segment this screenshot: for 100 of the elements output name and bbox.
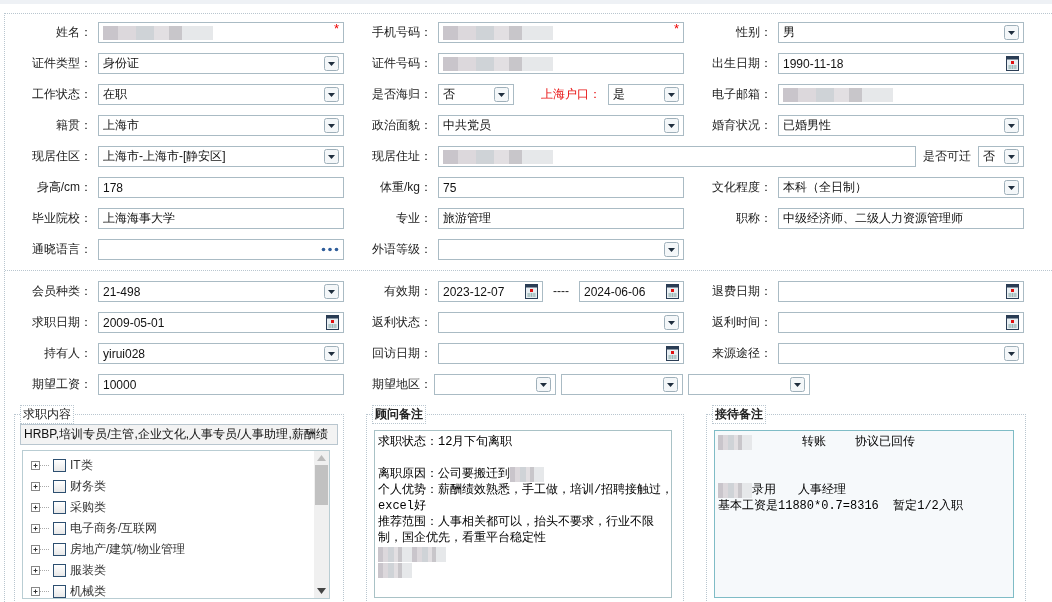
input-field[interactable] (438, 53, 684, 74)
checkbox[interactable] (53, 480, 66, 493)
dropdown[interactable]: 在职 (98, 84, 344, 105)
scroll-thumb[interactable] (315, 465, 328, 505)
input-field[interactable]: * (438, 22, 684, 43)
input-field[interactable]: 中级经济师、二级人力资源管理师 (778, 208, 1024, 229)
date-field[interactable] (778, 281, 1024, 302)
range-separator: ---- (552, 283, 570, 300)
field-label: 求职日期： (31, 314, 92, 331)
expand-icon[interactable] (31, 460, 49, 471)
calendar-icon (326, 315, 339, 330)
caret-icon (664, 242, 679, 257)
more-icon (321, 247, 339, 252)
field-label: 文化程度： (711, 179, 772, 196)
caret-icon (664, 315, 679, 330)
blurred-text (718, 434, 752, 450)
input-field[interactable]: 178 (98, 177, 344, 198)
caret-icon (1004, 149, 1019, 164)
date-field[interactable]: 2023-12-07 (438, 281, 543, 302)
field-label: 回访日期： (371, 345, 432, 362)
dropdown[interactable] (561, 374, 683, 395)
dropdown[interactable] (778, 343, 1024, 364)
caret-icon (1004, 346, 1019, 361)
tree-item[interactable]: 电子商务/互联网 (70, 520, 158, 537)
checkbox[interactable] (53, 522, 66, 535)
input-field[interactable]: 75 (438, 177, 684, 198)
input-field[interactable]: 上海海事大学 (98, 208, 344, 229)
caret-icon (663, 377, 678, 392)
date-field[interactable]: 2024-06-06 (579, 281, 684, 302)
caret-icon (324, 149, 339, 164)
scrollbar[interactable] (314, 451, 329, 598)
input-field[interactable]: 10000 (98, 374, 344, 395)
input-field[interactable] (778, 84, 1024, 105)
dropdown[interactable]: 上海市-上海市-[静安区] (98, 146, 344, 167)
field-label: 电子邮箱： (711, 86, 772, 103)
expand-icon[interactable] (31, 502, 49, 513)
checkbox[interactable] (53, 543, 66, 556)
expand-icon[interactable] (31, 523, 49, 534)
checkbox[interactable] (53, 585, 66, 598)
tree-item[interactable]: 机械类 (70, 583, 106, 600)
dropdown[interactable] (434, 374, 556, 395)
field-label: 通晓语言： (31, 241, 92, 258)
dropdown[interactable] (438, 312, 684, 333)
tree-item[interactable]: 财务类 (70, 478, 106, 495)
dropdown[interactable]: 已婚男性 (778, 115, 1024, 136)
dropdown[interactable] (688, 374, 810, 395)
notes-box[interactable]: 转账 协议已回传 录用 人事经理 基本工资是11880*0.7=8316 暂定1/2入职 (714, 430, 1014, 598)
checkbox[interactable] (53, 459, 66, 472)
field-label: 籍贯： (55, 117, 92, 134)
checkbox[interactable] (53, 564, 66, 577)
expand-icon[interactable] (31, 565, 49, 576)
scroll-up-icon (317, 455, 326, 461)
expand-icon[interactable] (31, 586, 49, 597)
field-label: 现居住址： (371, 148, 432, 165)
dropdown[interactable]: 否 (978, 146, 1024, 167)
caret-icon (324, 118, 339, 133)
dropdown[interactable]: 是 (608, 84, 684, 105)
input-field[interactable] (438, 146, 916, 167)
date-field[interactable] (438, 343, 684, 364)
caret-icon (1004, 180, 1019, 195)
tree-item[interactable]: 服装类 (70, 562, 106, 579)
date-field[interactable] (778, 312, 1024, 333)
tree-item[interactable]: 采购类 (70, 499, 106, 516)
date-field[interactable]: 1990-11-18 (778, 53, 1024, 74)
expand-icon[interactable] (31, 544, 49, 555)
input-field[interactable]: * (98, 22, 344, 43)
field-label: 期望地区： (371, 376, 432, 393)
notes-box[interactable]: 求职状态：12月下旬离职 离职原因：公司要搬迁到 个人优势：薪酬绩效熟悉，手工做，培训/招聘接触过， excel好 推荐范围：人事相关都可以，抬头不要求，行业不限 制，国企优先，看重平台稳定性 (374, 430, 672, 598)
required-mark: * (673, 23, 679, 35)
field-label: 持有人： (43, 345, 92, 362)
expand-icon[interactable] (31, 481, 49, 492)
picker-field[interactable] (98, 239, 344, 260)
dropdown[interactable]: yirui028 (98, 343, 344, 364)
note-text: 求职状态：12月下旬离职 (378, 434, 513, 450)
dropdown[interactable]: 否 (438, 84, 514, 105)
dropdown[interactable]: 21-498 (98, 281, 344, 302)
dropdown[interactable] (438, 239, 684, 260)
scroll-down-icon (317, 588, 326, 594)
checkbox[interactable] (53, 501, 66, 514)
caret-icon (1004, 25, 1019, 40)
field-label: 证件号码： (371, 55, 432, 72)
dropdown[interactable]: 上海市 (98, 115, 344, 136)
date-field[interactable]: 2009-05-01 (98, 312, 344, 333)
dropdown[interactable]: 身份证 (98, 53, 344, 74)
caret-icon (494, 87, 509, 102)
field-label: 毕业院校： (31, 210, 92, 227)
tree-item[interactable]: IT类 (70, 457, 93, 474)
dropdown[interactable]: 中共党员 (438, 115, 684, 136)
caret-icon (324, 346, 339, 361)
tree-item[interactable]: 房地产/建筑/物业管理 (70, 541, 185, 558)
blurred-text (510, 466, 544, 482)
note-text: 转账 协议已回传 (801, 434, 916, 450)
input-field[interactable]: 旅游管理 (438, 208, 684, 229)
note-text: 基本工资是11880*0.7=8316 暂定1/2入职 (718, 498, 963, 514)
dropdown[interactable]: 本科（全日制） (778, 177, 1024, 198)
input-field[interactable]: HRBP,培训专员/主管,企业文化,人事专员/人事助理,薪酬绩 (20, 424, 338, 445)
blurred-text (378, 562, 412, 578)
required-mark: * (333, 23, 339, 35)
dropdown[interactable]: 男 (778, 22, 1024, 43)
field-label: 有效期： (383, 283, 432, 300)
